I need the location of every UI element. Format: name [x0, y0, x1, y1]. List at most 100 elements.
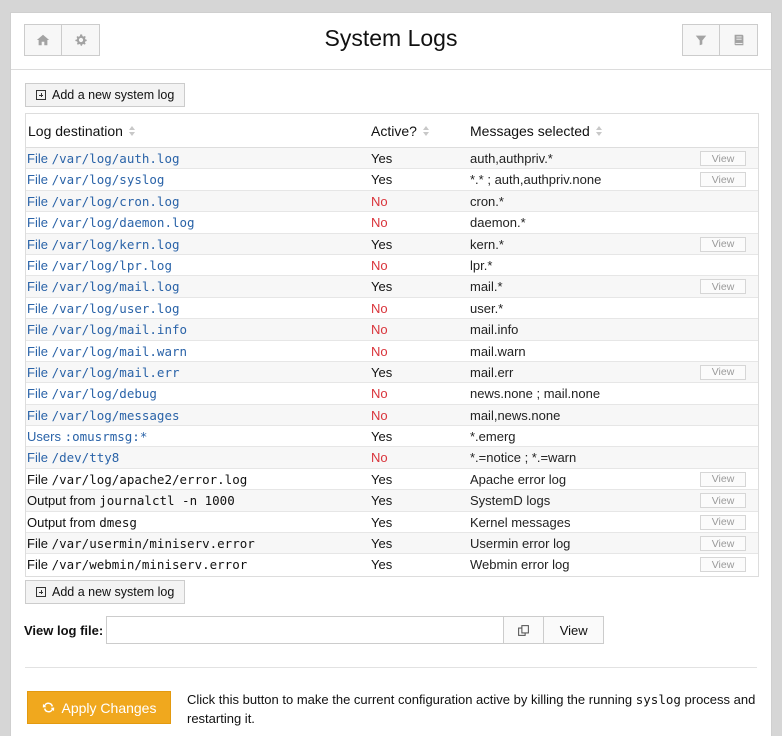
view-log-row-button[interactable]: View: [700, 172, 746, 188]
filter-button[interactable]: [682, 24, 720, 56]
messages-selected: SystemD logs: [470, 493, 551, 509]
log-destination-link[interactable]: Users :omusrmsg:*: [27, 429, 147, 444]
destination-path: /var/log/mail.info: [51, 322, 188, 338]
docs-button[interactable]: [720, 24, 758, 56]
view-log-row-button[interactable]: View: [700, 364, 746, 380]
view-log-button[interactable]: View: [544, 616, 605, 644]
log-destination-link[interactable]: File /var/log/mail.err: [27, 365, 180, 380]
sort-icon: [595, 125, 602, 136]
log-destination-link[interactable]: File /var/log/messages: [27, 408, 180, 423]
book-icon: [734, 34, 743, 46]
view-log-row-button[interactable]: View: [700, 493, 746, 509]
log-destination-link[interactable]: File /var/log/daemon.log: [27, 215, 195, 230]
destination-type: File: [27, 215, 48, 231]
col-header-messages[interactable]: Messages selected: [470, 123, 602, 139]
table-row: File /var/log/syslog Yes *.* ; auth,authpr…: [26, 169, 758, 191]
col-header-destination[interactable]: Log destination: [28, 123, 135, 139]
main-panel: System Logs Add a new system log Log des…: [10, 12, 772, 736]
log-destination-cell: File /var/log/mail.log: [27, 279, 180, 294]
destination-path: /var/log/mail.warn: [51, 343, 188, 359]
log-destination-cell: File /var/log/lpr.log: [27, 258, 172, 273]
log-destination-cell: Output from journalctl -n 1000: [27, 493, 235, 508]
destination-path: /var/log/mail.log: [51, 279, 180, 295]
messages-selected: lpr.*: [470, 257, 493, 273]
messages-selected: mail.err: [470, 364, 514, 380]
log-destination-link[interactable]: File /var/log/user.log: [27, 301, 180, 316]
table-row: File /var/log/auth.log Yes auth,authpriv.*…: [26, 148, 758, 170]
active-status: No: [371, 386, 388, 402]
sort-icon: [422, 125, 429, 136]
active-status: No: [371, 257, 388, 273]
destination-type: File: [27, 172, 48, 188]
log-destination-link[interactable]: File /var/log/kern.log: [27, 237, 180, 252]
table-body: File /var/log/auth.log Yes auth,authpriv.*…: [26, 148, 758, 576]
destination-type: File: [27, 343, 48, 359]
view-log-row-button[interactable]: View: [700, 236, 746, 252]
table-row: File /var/log/user.log No user.*: [26, 298, 758, 320]
active-status: No: [371, 215, 388, 231]
table-header: Log destination Active? Messages selecte…: [26, 114, 758, 148]
log-destination-cell: File /var/log/syslog: [27, 172, 164, 187]
log-destination-cell: File /var/log/mail.info: [27, 322, 187, 337]
log-destination-cell: File /var/log/user.log: [27, 301, 180, 316]
log-destination-link[interactable]: File /var/log/auth.log: [27, 151, 180, 166]
view-log-row-button[interactable]: View: [700, 279, 746, 295]
log-destination-link[interactable]: File /var/log/lpr.log: [27, 258, 172, 273]
apply-changes-label: Apply Changes: [61, 699, 157, 716]
view-log-row-button[interactable]: View: [700, 557, 746, 573]
log-destination-link[interactable]: File /var/log/mail.log: [27, 279, 180, 294]
view-log-row-button[interactable]: View: [700, 514, 746, 530]
destination-type: File: [27, 322, 48, 338]
messages-selected: *.emerg: [470, 429, 516, 445]
active-status: Yes: [371, 493, 393, 509]
add-system-log-label: Add a new system log: [52, 585, 175, 599]
log-destination-link[interactable]: File /var/log/syslog: [27, 172, 164, 187]
log-destination-cell: File /var/log/mail.err: [27, 365, 180, 380]
view-log-row-button[interactable]: View: [700, 536, 746, 552]
log-destination-text: File /var/usermin/miniserv.error: [27, 536, 255, 551]
add-system-log-button-bottom[interactable]: Add a new system log: [25, 580, 186, 604]
apply-desc-text: Click this button to make the current co…: [187, 692, 636, 707]
messages-selected: daemon.*: [470, 215, 526, 231]
destination-path: dmesg: [99, 514, 137, 530]
add-system-log-button-top[interactable]: Add a new system log: [25, 83, 186, 107]
log-destination-text: File /var/log/apache2/error.log: [27, 472, 247, 487]
view-log-file-input[interactable]: [106, 616, 505, 644]
table-row: File /var/log/lpr.log No lpr.*: [26, 255, 758, 277]
destination-type: File: [27, 279, 48, 295]
destination-type: File: [27, 257, 48, 273]
page-title: System Logs: [324, 25, 458, 51]
messages-selected: auth,authpriv.*: [470, 151, 553, 166]
refresh-icon: [42, 702, 54, 713]
log-destination-cell: File /var/log/daemon.log: [27, 215, 195, 230]
destination-path: /var/log/syslog: [51, 172, 165, 188]
active-status: Yes: [371, 557, 393, 573]
active-status: Yes: [371, 514, 393, 530]
apply-changes-button[interactable]: Apply Changes: [27, 691, 171, 724]
log-destination-link[interactable]: File /var/log/mail.info: [27, 322, 187, 337]
log-destination-link[interactable]: File /dev/tty8: [27, 450, 119, 465]
view-log-row-button[interactable]: View: [700, 151, 746, 166]
log-destination-link[interactable]: File /var/log/debug: [27, 386, 157, 401]
messages-selected: mail.*: [470, 279, 503, 295]
destination-path: /var/log/messages: [51, 407, 180, 423]
view-log-row-button[interactable]: View: [700, 471, 746, 487]
destination-type: File: [27, 471, 48, 487]
log-destination-cell: File /var/log/messages: [27, 408, 180, 423]
header-right-buttons: [682, 24, 758, 56]
filter-icon: [695, 35, 707, 46]
destination-type: Users: [27, 429, 61, 445]
messages-selected: *.=notice ; *.=warn: [470, 450, 577, 466]
file-chooser-button[interactable]: [504, 616, 545, 644]
log-destination-link[interactable]: File /var/log/cron.log: [27, 194, 180, 209]
col-header-active[interactable]: Active?: [371, 123, 429, 139]
system-logs-table: Log destination Active? Messages selecte…: [25, 113, 759, 577]
destination-path: /var/log/user.log: [51, 300, 180, 316]
table-row: File /var/log/mail.info No mail.info: [26, 319, 758, 341]
view-log-label: View log file:: [24, 622, 104, 638]
destination-path: /var/log/lpr.log: [51, 257, 172, 273]
table-row: Output from dmesg Yes Kernel messages View: [26, 512, 758, 534]
plus-square-icon: [36, 90, 46, 100]
messages-selected: news.none ; mail.none: [470, 386, 601, 402]
log-destination-link[interactable]: File /var/log/mail.warn: [27, 344, 187, 359]
